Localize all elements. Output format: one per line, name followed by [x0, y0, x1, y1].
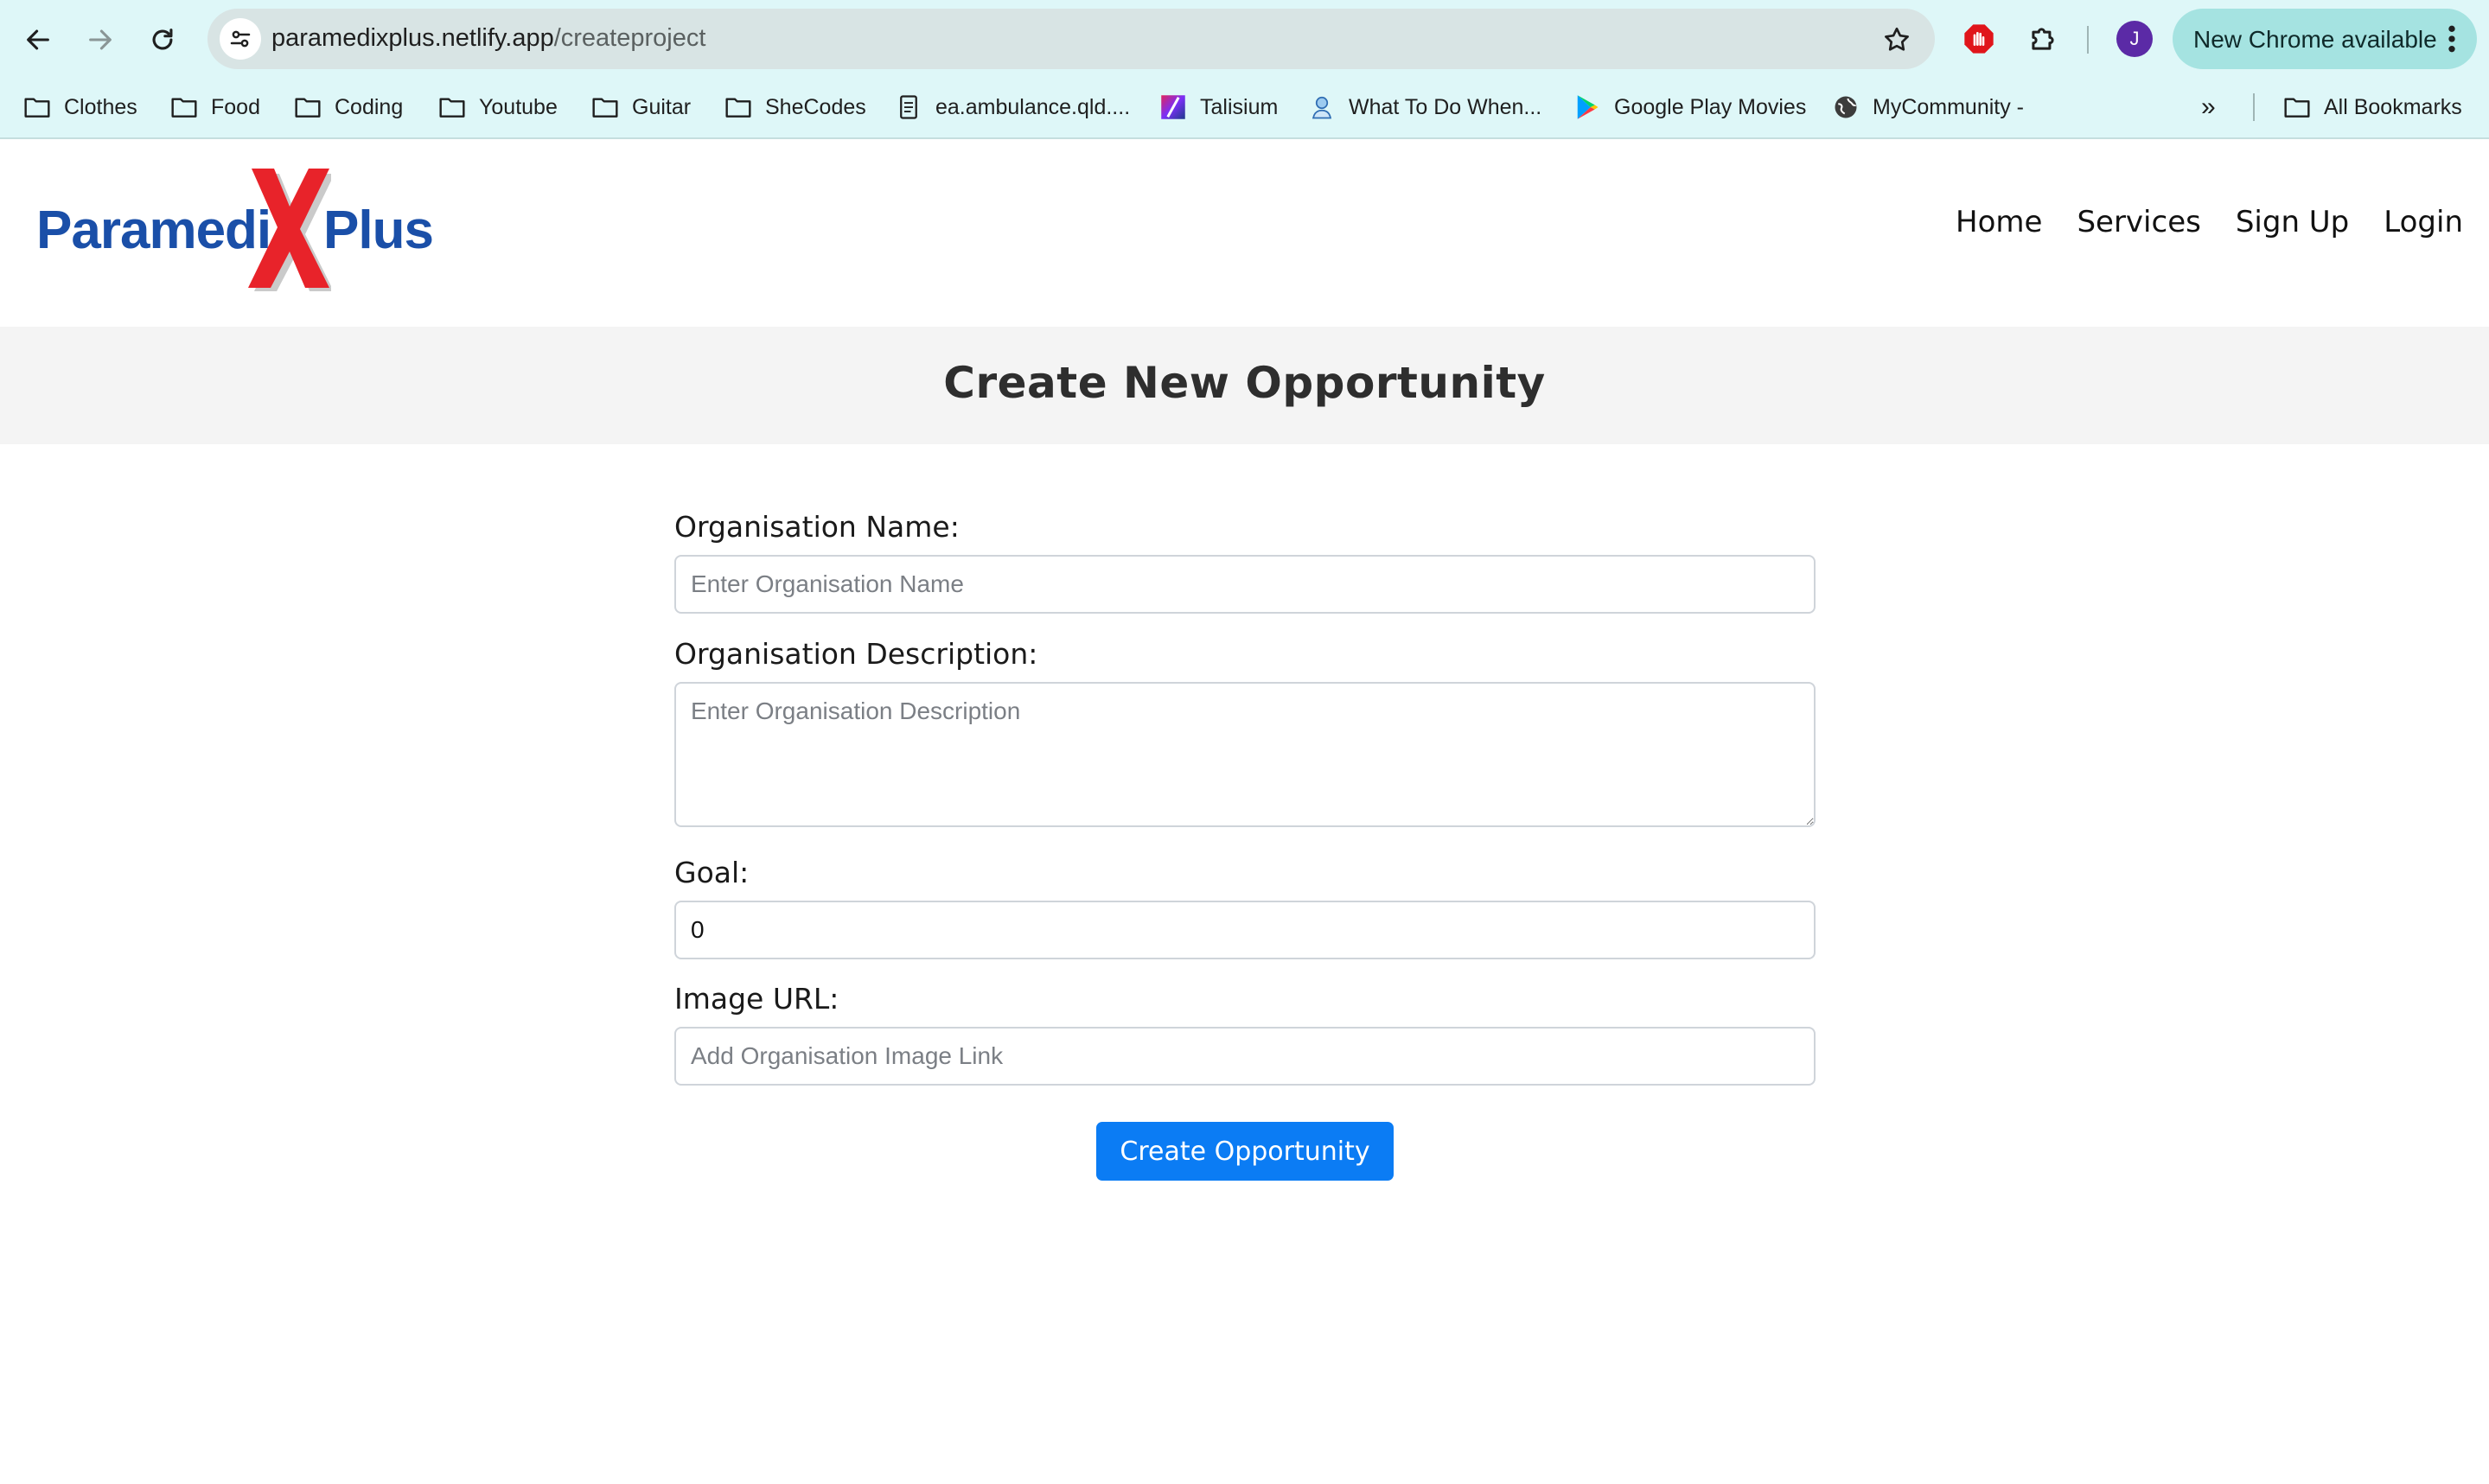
- profile-avatar[interactable]: J: [2116, 21, 2153, 57]
- bookmark-label: Talisium: [1200, 94, 1279, 119]
- page-title-band: Create New Opportunity: [0, 327, 2489, 444]
- site-info-button[interactable]: [220, 18, 261, 60]
- folder-icon: [24, 98, 50, 118]
- bookmark-star-icon[interactable]: [1881, 24, 1912, 55]
- stop-hand-icon: [1964, 24, 1994, 54]
- org-name-label: Organisation Name:: [674, 510, 960, 544]
- page-icon: [900, 95, 917, 119]
- url-domain: paramedixplus.netlify.app: [271, 24, 554, 52]
- play-icon: [1577, 95, 1599, 119]
- bookmark-label: Youtube: [479, 94, 558, 119]
- bookmark-label: Food: [211, 94, 260, 119]
- update-label: New Chrome available: [2193, 26, 2437, 53]
- bookmark-label: ea.ambulance.qld....: [935, 94, 1131, 119]
- bookmark-youtube[interactable]: Youtube: [437, 88, 558, 126]
- reload-icon: [152, 29, 173, 50]
- bookmark-label: What To Do When...: [1349, 94, 1542, 119]
- bookmark-talisium[interactable]: Talisium: [1158, 88, 1278, 126]
- chrome-update-button[interactable]: New Chrome available: [2173, 9, 2477, 69]
- forward-button[interactable]: [80, 19, 121, 61]
- reload-button[interactable]: [142, 19, 183, 61]
- org-description-textarea[interactable]: [674, 682, 1816, 827]
- address-bar[interactable]: paramedixplus.netlify.app/createproject: [207, 9, 1935, 69]
- all-bookmarks-button[interactable]: All Bookmarks: [2282, 88, 2462, 126]
- bookmark-ea-ambulance[interactable]: ea.ambulance.qld....: [894, 88, 1130, 126]
- bookmark-label: Clothes: [64, 94, 137, 119]
- bookmark-mycommunity[interactable]: MyCommunity -: [1831, 88, 2024, 126]
- bookmark-label: MyCommunity -: [1873, 94, 2025, 119]
- tune-icon: [230, 30, 251, 48]
- bookmark-what-to-do[interactable]: What To Do When...: [1307, 88, 1541, 126]
- create-opportunity-button[interactable]: Create Opportunity: [1096, 1122, 1394, 1181]
- extensions-button[interactable]: [2023, 19, 2063, 59]
- goal-label: Goal:: [674, 856, 750, 889]
- nav-home-link[interactable]: Home: [1956, 205, 2042, 239]
- person-icon: [1312, 96, 1332, 119]
- folder-icon: [592, 98, 618, 118]
- org-name-input[interactable]: [674, 555, 1816, 614]
- kebab-menu-icon[interactable]: [2448, 24, 2456, 54]
- bookmarks-bar: Clothes Food Coding Youtube Guitar SheCo…: [0, 83, 2489, 131]
- goal-input[interactable]: [674, 901, 1816, 959]
- logo-text-right: Plus: [323, 201, 434, 260]
- bookmark-guitar[interactable]: Guitar: [590, 88, 691, 126]
- site-logo[interactable]: Paramedi Plus: [33, 162, 448, 291]
- all-bookmarks-label: All Bookmarks: [2324, 94, 2462, 119]
- image-url-label: Image URL:: [674, 982, 839, 1016]
- browser-chrome: paramedixplus.netlify.app/createproject …: [0, 0, 2489, 139]
- arrow-right-icon: [89, 29, 112, 50]
- folder-icon: [725, 98, 751, 118]
- main-nav: Home Services Sign Up Login: [1956, 205, 2463, 239]
- bookmark-shecodes[interactable]: SheCodes: [724, 88, 866, 126]
- logo-x-mark: [248, 169, 331, 291]
- bookmark-google-play-movies[interactable]: Google Play Movies: [1573, 88, 1806, 126]
- adblock-extension-icon[interactable]: [1959, 19, 1999, 59]
- url-text[interactable]: paramedixplus.netlify.app/createproject: [271, 24, 705, 53]
- folder-icon: [439, 98, 465, 118]
- bookmark-clothes[interactable]: Clothes: [22, 88, 137, 126]
- bookmark-label: Google Play Movies: [1614, 94, 1807, 119]
- bookmark-label: Coding: [335, 94, 404, 119]
- folder-icon: [2284, 98, 2310, 118]
- bookmarks-divider: [2253, 93, 2255, 121]
- folder-icon: [295, 98, 321, 118]
- toolbar-divider: [2087, 26, 2089, 54]
- back-button[interactable]: [17, 19, 59, 61]
- page-title: Create New Opportunity: [943, 358, 1546, 408]
- nav-services-link[interactable]: Services: [2077, 205, 2200, 239]
- bookmarks-overflow-button[interactable]: »: [2201, 88, 2216, 126]
- url-path: /createproject: [553, 24, 706, 52]
- folder-icon: [171, 98, 197, 118]
- nav-signup-link[interactable]: Sign Up: [2236, 205, 2349, 239]
- bookmark-label: Guitar: [632, 94, 692, 119]
- bookmark-food[interactable]: Food: [169, 88, 260, 126]
- bookmark-label: SheCodes: [765, 94, 866, 119]
- puzzle-icon: [2032, 28, 2054, 50]
- talisium-icon: [1161, 95, 1185, 119]
- arrow-left-icon: [27, 29, 49, 50]
- site-header: Paramedi Plus Home Services Sign Up Logi…: [0, 141, 2489, 327]
- nav-login-link[interactable]: Login: [2384, 205, 2463, 239]
- image-url-input[interactable]: [674, 1027, 1816, 1086]
- org-description-label: Organisation Description:: [674, 637, 1038, 671]
- bookmark-coding[interactable]: Coding: [293, 88, 403, 126]
- globe-icon: [1835, 96, 1857, 118]
